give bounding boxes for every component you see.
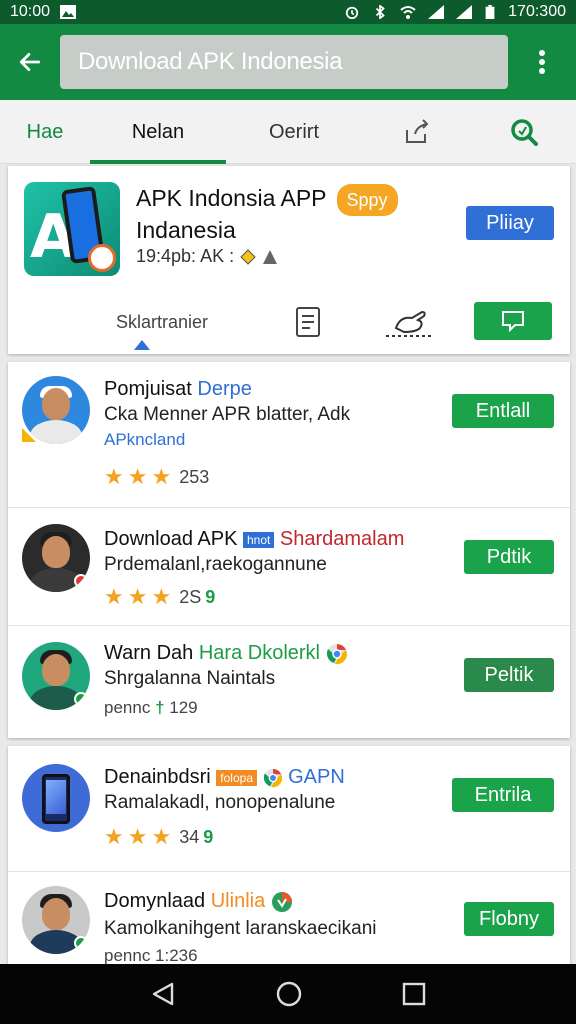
list-item[interactable]: Domynlaad Ulinlia Kamolkanihgent laransk… [8, 872, 570, 966]
item-subtitle: Kamolkanihgent laranskaecikani [104, 918, 377, 939]
star-icon: ★ [127, 584, 148, 609]
share-icon [406, 119, 429, 143]
hand-point-icon[interactable] [386, 306, 434, 340]
featured-action-bar: Sklartranier [8, 296, 570, 354]
app-list-card: Pomjuisat Derpe Cka Menner APR blatter, … [8, 362, 570, 738]
star-icon: ★ [127, 824, 148, 849]
caret-up-icon [134, 340, 150, 350]
star-icon: ★ [151, 584, 172, 609]
shield-icon [271, 891, 292, 912]
chrome-icon [263, 768, 282, 787]
item-tag: hnot [242, 531, 275, 548]
featured-pill: Sppy [336, 184, 398, 216]
follow-button[interactable]: Flobny [464, 902, 554, 936]
star-icon: ★ [104, 584, 124, 609]
plus-icon: † [155, 698, 165, 717]
arrow-back-icon [19, 53, 41, 71]
message-button[interactable] [474, 302, 552, 340]
nav-back-icon[interactable] [150, 981, 176, 1007]
featured-meta: 19:4pb: AK : [136, 246, 278, 267]
nav-recents-icon[interactable] [402, 982, 426, 1006]
featured-bar-label[interactable]: Sklartranier [116, 312, 208, 333]
install-button[interactable]: Entlall [452, 394, 554, 428]
featured-title: APK Indonsia APP Sppy Indanesia [136, 184, 398, 244]
status-bar: 10:00 170:300 [0, 0, 576, 24]
star-icon: ★ [104, 464, 124, 489]
message-icon [502, 311, 524, 333]
item-title: Pomjuisat Derpe [104, 378, 252, 400]
star-icon: ★ [151, 824, 172, 849]
chrome-icon [326, 643, 347, 664]
item-subtitle: Prdemalanl,raekogannune [104, 554, 327, 575]
diamond-icon [240, 248, 256, 265]
app-icon: A [24, 182, 120, 276]
item-link[interactable]: APkncland [104, 430, 185, 450]
item-rating: ★ ★ ★ 2S 9 [104, 584, 216, 609]
item-title: Download APK hnot Shardamalam [104, 528, 405, 550]
signal-icon [428, 5, 445, 19]
list-item[interactable]: Warn Dah Hara Dkolerkl Shrgalanna Nainta… [8, 626, 570, 738]
list-item[interactable]: Pomjuisat Derpe Cka Menner APR blatter, … [8, 362, 570, 508]
search-icon [511, 119, 538, 146]
back-button[interactable] [0, 24, 60, 100]
app-list-card: Denainbdsri folopa GAPN Ramalakadl, nono… [8, 746, 570, 966]
tab-nelan[interactable]: Nelan [90, 100, 226, 164]
avatar [22, 764, 90, 832]
item-subtitle: Cka Menner APR blatter, Adk [104, 404, 351, 425]
item-rating: ★ ★ ★ 253 [104, 464, 210, 489]
item-title: Warn Dah Hara Dkolerkl [104, 642, 348, 665]
open-button[interactable]: Pdtik [464, 540, 554, 574]
item-title: Domynlaad Ulinlia [104, 890, 293, 913]
alarm-icon [346, 6, 359, 19]
open-button[interactable]: Peltik [464, 658, 554, 692]
signal-2-icon [456, 5, 473, 19]
wifi-icon [400, 6, 416, 19]
tab-search[interactable] [472, 100, 576, 164]
nav-home-icon[interactable] [275, 980, 303, 1008]
star-icon: ★ [104, 824, 124, 849]
avatar [22, 524, 90, 592]
star-icon: ★ [127, 464, 148, 489]
status-right-time: 170:300 [508, 3, 566, 20]
battery-icon [485, 5, 495, 19]
status-time: 10:00 [10, 3, 51, 20]
star-icon: ★ [151, 464, 172, 489]
search-input[interactable]: Download APK Indonesia [60, 35, 508, 89]
play-button[interactable]: Pliiay [466, 206, 554, 240]
install-button[interactable]: Entrila [452, 778, 554, 812]
tab-oerirt[interactable]: Oerirt [226, 100, 362, 164]
avatar [22, 886, 90, 954]
item-rating: ★ ★ ★ 34 9 [104, 824, 214, 849]
image-notification-icon [60, 5, 77, 19]
item-meta: pennc † 129 [104, 698, 198, 717]
tab-bar: Hae Nelan Oerirt [0, 100, 576, 164]
item-subtitle: Ramalakadl, nonopenalune [104, 792, 336, 813]
more-options-button[interactable] [508, 24, 576, 100]
corner-badge-icon [22, 428, 36, 442]
item-meta: pennc 1:236 [104, 946, 198, 965]
bluetooth-icon [376, 5, 385, 19]
system-nav-bar [0, 964, 576, 1024]
tab-share[interactable] [362, 100, 472, 164]
app-bar: Download APK Indonesia [0, 24, 576, 100]
document-icon[interactable] [294, 306, 322, 338]
avatar [22, 642, 90, 710]
more-vert-icon [539, 50, 545, 74]
tab-home[interactable]: Hae [0, 100, 90, 164]
warning-icon [263, 249, 278, 264]
featured-app-card[interactable]: A APK Indonsia APP Sppy Indanesia 19:4pb… [8, 166, 570, 354]
list-item[interactable]: Download APK hnot Shardamalam Prdemalanl… [8, 508, 570, 626]
item-subtitle: Shrgalanna Naintals [104, 668, 276, 689]
list-item[interactable]: Denainbdsri folopa GAPN Ramalakadl, nono… [8, 746, 570, 872]
item-tag: folopa [216, 769, 257, 786]
item-title: Denainbdsri folopa GAPN [104, 766, 345, 788]
